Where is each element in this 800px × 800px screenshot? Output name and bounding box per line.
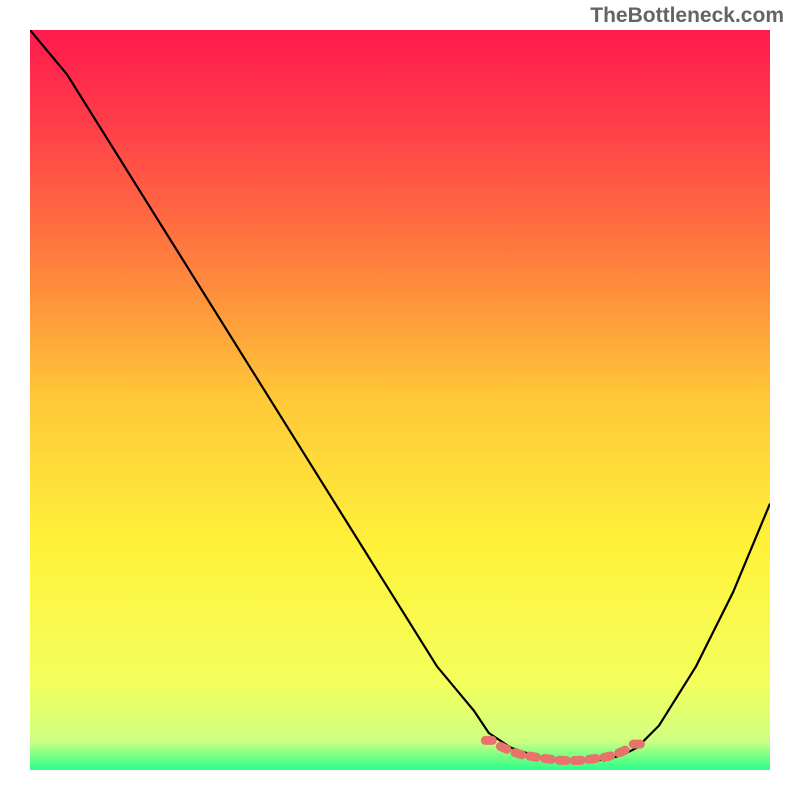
optimal-marker <box>584 753 601 764</box>
optimal-marker <box>629 740 645 749</box>
watermark-text: TheBottleneck.com <box>590 4 784 28</box>
optimal-marker <box>598 750 616 763</box>
optimal-marker <box>481 736 497 745</box>
bottleneck-curve-path <box>30 30 770 761</box>
plot-frame <box>30 30 770 770</box>
chart-curve-layer <box>30 30 770 770</box>
optimal-range-markers <box>481 736 645 765</box>
optimal-marker <box>525 751 542 763</box>
optimal-marker <box>569 755 585 765</box>
optimal-marker <box>540 753 557 764</box>
bottleneck-chart: TheBottleneck.com <box>0 0 800 800</box>
optimal-marker <box>555 755 571 765</box>
